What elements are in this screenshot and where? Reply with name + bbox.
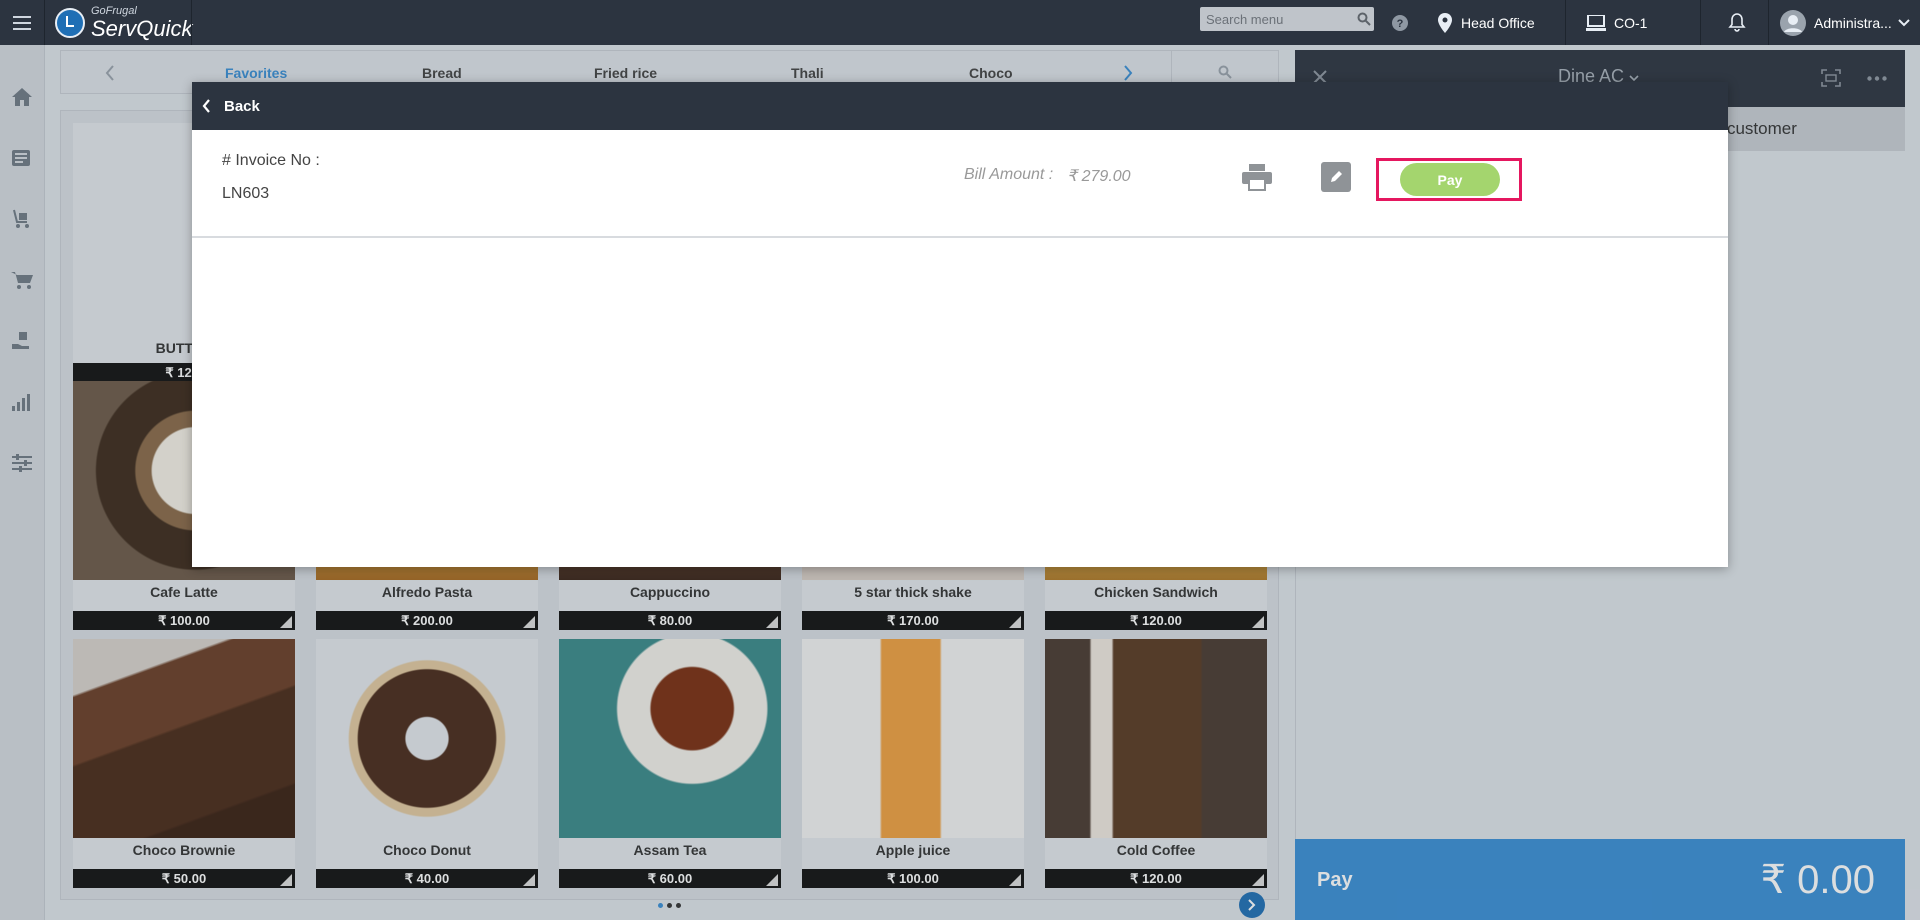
map-pin-icon <box>1438 12 1452 33</box>
hamburger-icon <box>13 15 31 30</box>
invoice-number-value: LN603 <box>222 185 270 202</box>
divider <box>1565 0 1566 45</box>
hamburger-menu-button[interactable] <box>0 0 45 45</box>
top-bar: GoFrugal ServQuick ? Head Office CO-1 Ad… <box>0 0 1920 45</box>
divider <box>1768 0 1769 45</box>
help-button[interactable]: ? <box>1392 0 1408 45</box>
avatar-icon <box>1780 9 1806 36</box>
pay-button[interactable]: Pay <box>1400 163 1500 196</box>
chevron-left-icon <box>202 99 210 113</box>
help-icon: ? <box>1392 14 1408 31</box>
clock-logo-icon <box>55 8 85 38</box>
chevron-down-icon <box>1898 18 1910 26</box>
invoice-dialog: Back # Invoice No : LN603 Bill Amount : … <box>192 82 1728 567</box>
location-selector[interactable]: Head Office <box>1438 0 1535 45</box>
bell-icon <box>1728 12 1746 32</box>
brand-name: ServQuick <box>91 16 193 41</box>
divider <box>1700 0 1701 45</box>
computer-icon <box>1586 14 1606 31</box>
divider <box>192 236 1728 238</box>
divider <box>191 0 192 45</box>
notifications-button[interactable] <box>1728 0 1746 45</box>
menu-search-box <box>1200 7 1374 31</box>
user-menu[interactable]: Administra... <box>1780 0 1910 45</box>
printer-icon <box>1242 164 1272 191</box>
edit-button[interactable] <box>1321 162 1351 192</box>
pencil-icon <box>1331 171 1342 182</box>
location-label: Head Office <box>1461 14 1535 31</box>
back-label: Back <box>224 97 260 115</box>
invoice-number-label: # Invoice No : <box>222 152 320 169</box>
bill-amount-value: ₹ 279.00 <box>1067 168 1131 185</box>
user-name: Administra... <box>1814 14 1892 31</box>
back-button[interactable]: Back <box>202 92 260 120</box>
search-menu-input[interactable] <box>1200 8 1357 30</box>
brand-logo: GoFrugal ServQuick <box>55 3 192 43</box>
counter-selector[interactable]: CO-1 <box>1586 0 1647 45</box>
bill-amount-label: Bill Amount : <box>964 166 1054 183</box>
dialog-header: Back <box>192 82 1728 130</box>
search-icon[interactable] <box>1357 12 1371 26</box>
print-button[interactable] <box>1240 160 1274 194</box>
svg-text:?: ? <box>1397 18 1404 30</box>
counter-label: CO-1 <box>1614 14 1648 31</box>
